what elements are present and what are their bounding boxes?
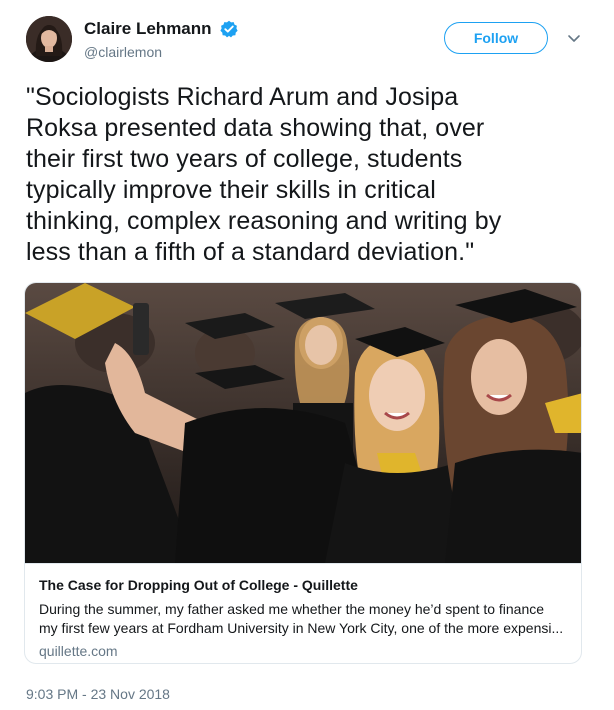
tweet-text-line: Roksa presented data showing that, over bbox=[26, 114, 485, 142]
avatar-photo bbox=[26, 16, 72, 62]
tweet-text-line: less than a fifth of a standard deviatio… bbox=[26, 238, 475, 266]
card-image[interactable] bbox=[25, 283, 581, 563]
tweet-text: "Sociologists Richard Arum and Josipa Ro… bbox=[26, 82, 590, 268]
tweet-timestamp[interactable]: 9:03 PM - 23 Nov 2018 bbox=[26, 685, 170, 703]
card-description-line: my first few years at Fordham University… bbox=[39, 620, 564, 636]
author-display-name[interactable]: Claire Lehmann bbox=[84, 18, 212, 40]
card-body[interactable]: The Case for Dropping Out of College - Q… bbox=[25, 563, 581, 660]
tweet-text-line: "Sociologists Richard Arum and Josipa bbox=[26, 83, 459, 111]
card-description-line: During the summer, my father asked me wh… bbox=[39, 601, 545, 617]
avatar[interactable] bbox=[26, 16, 72, 62]
tweet-header: Claire Lehmann @clairlemon Follow bbox=[26, 14, 588, 64]
card-title[interactable]: The Case for Dropping Out of College - Q… bbox=[39, 576, 567, 594]
author-names: Claire Lehmann @clairlemon bbox=[84, 18, 238, 62]
link-card[interactable]: The Case for Dropping Out of College - Q… bbox=[24, 282, 582, 664]
card-description: During the summer, my father asked me wh… bbox=[39, 600, 567, 638]
verified-badge-icon bbox=[220, 20, 238, 38]
tweet-text-line: thinking, complex reasoning and writing … bbox=[26, 207, 502, 235]
tweet: Claire Lehmann @clairlemon Follow "Socio… bbox=[0, 0, 614, 710]
card-domain[interactable]: quillette.com bbox=[39, 642, 567, 660]
chevron-down-icon[interactable] bbox=[566, 30, 582, 46]
author-handle[interactable]: @clairlemon bbox=[84, 42, 238, 62]
graduation-selfie-photo bbox=[25, 283, 581, 563]
tweet-text-line: their first two years of college, studen… bbox=[26, 145, 463, 173]
follow-button[interactable]: Follow bbox=[444, 22, 548, 54]
tweet-text-line: typically improve their skills in critic… bbox=[26, 176, 436, 204]
